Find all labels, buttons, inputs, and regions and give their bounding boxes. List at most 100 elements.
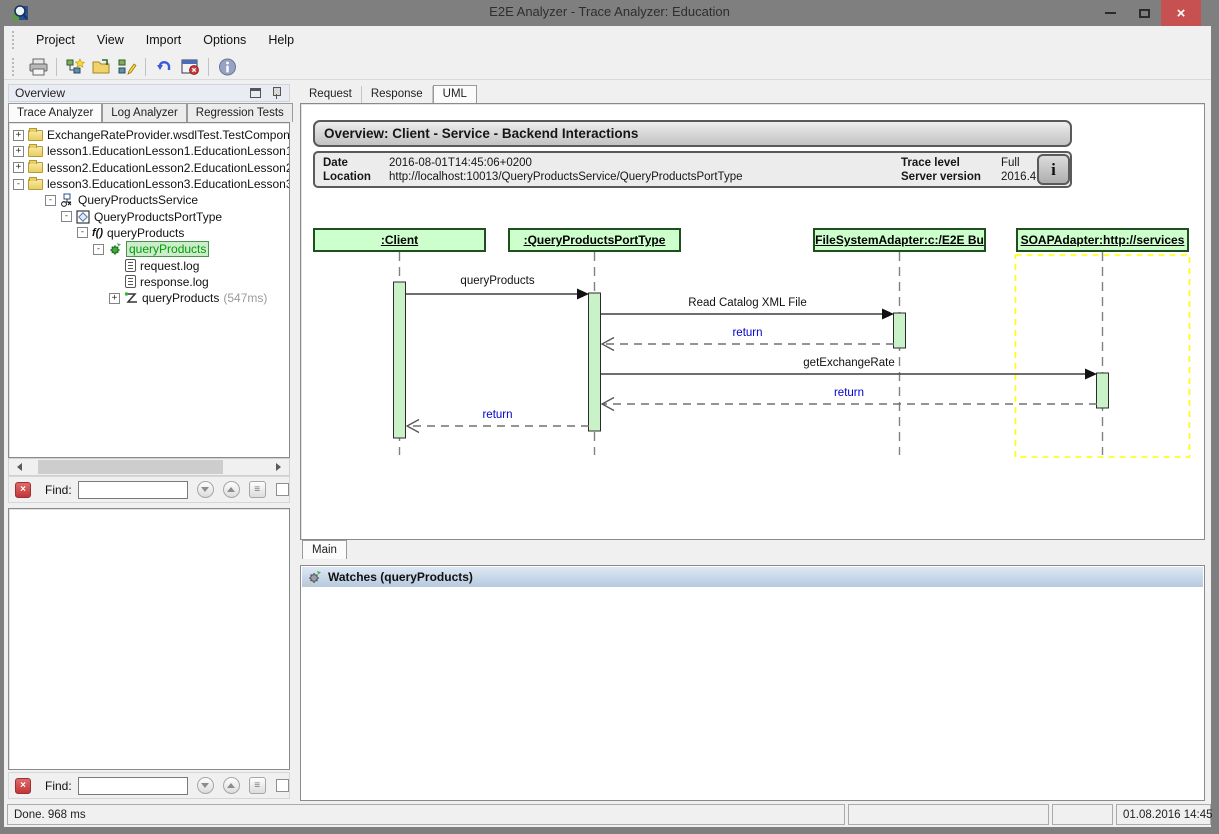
undo-button[interactable] <box>152 56 176 78</box>
close-button[interactable]: × <box>1161 0 1201 26</box>
trace-level-label: Trace level <box>901 157 960 169</box>
match-case-checkbox[interactable] <box>276 483 289 496</box>
scroll-left-icon[interactable] <box>9 459 26 475</box>
menu-help[interactable]: Help <box>257 29 305 51</box>
find-input[interactable] <box>78 777 188 795</box>
expander-icon[interactable]: - <box>61 211 72 222</box>
overview-panel-header: Overview <box>8 84 290 102</box>
expander-icon[interactable]: - <box>45 195 56 206</box>
print-button[interactable] <box>26 56 50 78</box>
expander-icon[interactable]: - <box>13 179 24 190</box>
app-icon <box>12 4 30 22</box>
return-label: return <box>601 327 894 339</box>
server-version-value: 2016.4 <box>1001 171 1036 183</box>
find-prev-button[interactable] <box>223 481 240 498</box>
new-analysis-icon <box>66 58 85 76</box>
return-label: return <box>406 409 589 421</box>
toolbar-grip[interactable] <box>12 58 17 76</box>
expander-icon[interactable]: - <box>93 244 104 255</box>
status-bar: Done. 968 ms 01.08.2016 14:45 <box>4 802 1211 827</box>
find-input[interactable] <box>78 481 188 499</box>
detail-panel: Request Response UML <box>298 84 1207 801</box>
scroll-right-icon[interactable] <box>272 459 289 475</box>
porttype-icon <box>76 210 90 224</box>
expander-icon[interactable]: - <box>77 227 88 238</box>
maximize-button[interactable] <box>1127 0 1161 26</box>
match-case-checkbox[interactable] <box>276 779 289 792</box>
pin-panel-icon[interactable] <box>271 87 281 99</box>
float-panel-icon[interactable] <box>250 88 261 98</box>
find-prev-button[interactable] <box>223 777 240 794</box>
date-label: Date <box>323 157 348 169</box>
diagram-title-box: Overview: Client - Service - Backend Int… <box>313 120 1072 147</box>
lifeline-client[interactable]: :Client <box>313 228 486 252</box>
tree-item[interactable]: + lesson2.EducationLesson2.EducationLess… <box>9 160 289 176</box>
tree-item[interactable]: + ExchangeRateProvider.wsdlTest.TestComp… <box>9 127 289 143</box>
window-error-icon <box>181 58 200 76</box>
toolbar-grip[interactable] <box>12 31 17 49</box>
tab-log-analyzer[interactable]: Log Analyzer <box>102 103 187 122</box>
menu-view[interactable]: View <box>86 29 135 51</box>
new-analysis-button[interactable] <box>63 56 87 78</box>
tree-item[interactable]: - lesson3.EducationLesson3.EducationLess… <box>9 176 289 192</box>
tree-item[interactable]: - f() queryProducts <box>9 225 289 241</box>
lifeline-soapadapter[interactable]: SOAPAdapter:http://services <box>1016 228 1189 252</box>
menu-options[interactable]: Options <box>192 29 257 51</box>
tree-item[interactable]: request.log <box>9 257 289 273</box>
tab-response[interactable]: Response <box>362 86 433 103</box>
tree-item-selected[interactable]: - queryProducts <box>9 241 289 257</box>
tab-trace-analyzer[interactable]: Trace Analyzer <box>8 103 102 122</box>
tree-item[interactable]: response.log <box>9 274 289 290</box>
find-bar-2: × Find: ≡ Ma <box>8 772 290 799</box>
tab-uml[interactable]: UML <box>433 85 477 103</box>
window-error-button[interactable] <box>178 56 202 78</box>
lifeline-queryproductsporttype[interactable]: :QueryProductsPortType <box>508 228 681 252</box>
find-options-icon[interactable]: ≡ <box>249 481 266 498</box>
expander-icon[interactable]: + <box>13 130 24 141</box>
overview-panel: Overview Trace Analyzer Log Analyzer Reg… <box>8 84 290 798</box>
function-icon: f() <box>92 227 103 239</box>
tree-item[interactable]: + queryProducts (547ms) <box>9 290 289 306</box>
scrollbar-thumb[interactable] <box>38 460 223 474</box>
diagram-info-box: Date 2016-08-01T14:45:06+0200 Location h… <box>313 151 1072 188</box>
location-value: http://localhost:10013/QueryProductsServ… <box>389 171 743 183</box>
tree-horizontal-scrollbar[interactable] <box>8 458 290 476</box>
expander-icon[interactable]: + <box>109 293 120 304</box>
sequence-diagram-canvas[interactable]: Overview: Client - Service - Backend Int… <box>302 105 1203 538</box>
diagram-title: Overview: Client - Service - Backend Int… <box>324 126 638 141</box>
folder-icon <box>28 146 43 157</box>
find-next-button[interactable] <box>197 481 214 498</box>
find-bar: × Find: ≡ Ma <box>8 476 290 503</box>
open-folder-button[interactable] <box>89 56 113 78</box>
tree-item[interactable]: - QueryProductsService <box>9 192 289 208</box>
tab-regression-tests[interactable]: Regression Tests <box>187 103 293 122</box>
minimize-icon <box>1105 12 1116 14</box>
tree-item[interactable]: + lesson1.EducationLesson1.EducationLess… <box>9 143 289 159</box>
menu-import[interactable]: Import <box>135 29 192 51</box>
edit-analysis-icon <box>118 58 137 76</box>
info-button[interactable] <box>215 56 239 78</box>
tab-request[interactable]: Request <box>300 86 362 103</box>
info-details-button[interactable]: i <box>1037 154 1070 185</box>
window-title: E2E Analyzer - Trace Analyzer: Education <box>489 4 730 19</box>
left-tabs: Trace Analyzer Log Analyzer Regression T… <box>8 102 290 122</box>
close-find-button[interactable]: × <box>15 778 31 794</box>
titlebar: E2E Analyzer - Trace Analyzer: Education… <box>0 0 1219 26</box>
find-options-icon[interactable]: ≡ <box>249 777 266 794</box>
open-folder-icon <box>92 58 111 76</box>
lifeline-filesystemadapter[interactable]: FileSystemAdapter:c:/E2E Bu <box>813 228 986 252</box>
close-find-button[interactable]: × <box>15 482 31 498</box>
expander-icon[interactable]: + <box>13 162 24 173</box>
find-next-button[interactable] <box>197 777 214 794</box>
minimize-button[interactable] <box>1093 0 1127 26</box>
toolbar <box>4 54 1211 80</box>
duration-badge: (547ms) <box>223 291 267 305</box>
tab-main[interactable]: Main <box>302 540 347 559</box>
tree-item[interactable]: - QueryProductsPortType <box>9 208 289 224</box>
edit-analysis-button[interactable] <box>115 56 139 78</box>
menu-project[interactable]: Project <box>25 29 86 51</box>
status-cell <box>1052 804 1113 825</box>
menubar: Project View Import Options Help <box>4 26 1211 54</box>
folder-icon <box>28 130 43 141</box>
expander-icon[interactable]: + <box>13 146 24 157</box>
